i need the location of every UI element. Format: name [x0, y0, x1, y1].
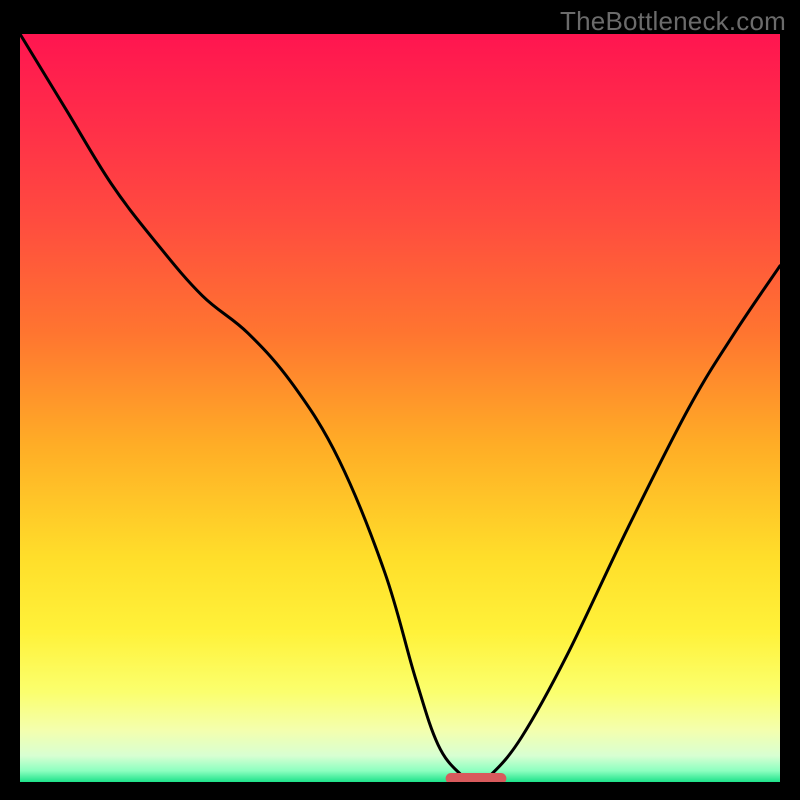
watermark-text: TheBottleneck.com	[560, 6, 786, 37]
plot-area	[20, 34, 780, 782]
plot-svg	[20, 34, 780, 782]
optimum-marker	[446, 773, 507, 782]
chart-frame: TheBottleneck.com	[0, 0, 800, 800]
gradient-rect	[20, 34, 780, 782]
